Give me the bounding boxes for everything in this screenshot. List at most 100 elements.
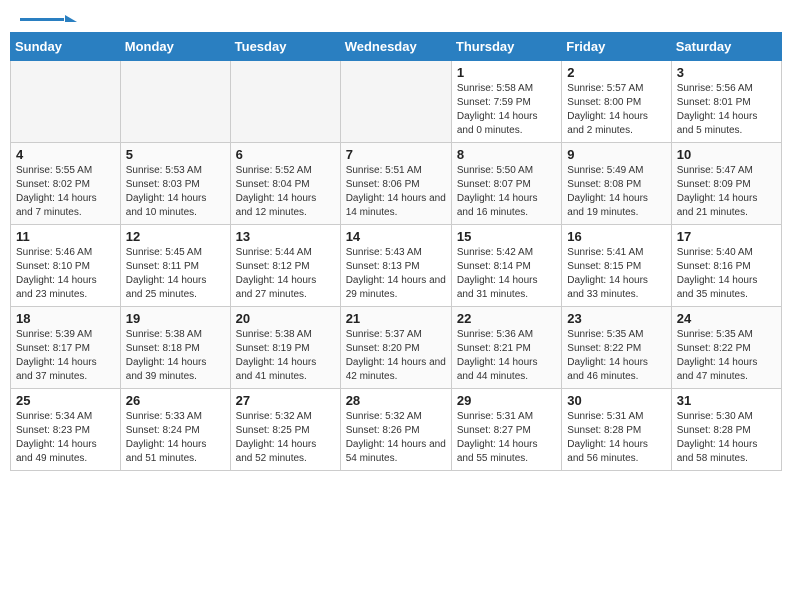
day-number: 7 xyxy=(346,147,446,162)
calendar-cell: 30Sunrise: 5:31 AM Sunset: 8:28 PM Dayli… xyxy=(562,389,671,471)
day-info: Sunrise: 5:41 AM Sunset: 8:15 PM Dayligh… xyxy=(567,246,665,302)
day-info: Sunrise: 5:36 AM Sunset: 8:21 PM Dayligh… xyxy=(457,328,556,384)
calendar-cell: 19Sunrise: 5:38 AM Sunset: 8:18 PM Dayli… xyxy=(120,307,230,389)
day-info: Sunrise: 5:35 AM Sunset: 8:22 PM Dayligh… xyxy=(677,328,776,384)
day-number: 27 xyxy=(236,393,335,408)
day-number: 14 xyxy=(346,229,446,244)
col-header-thursday: Thursday xyxy=(451,33,561,61)
day-info: Sunrise: 5:55 AM Sunset: 8:02 PM Dayligh… xyxy=(16,164,115,220)
day-number: 15 xyxy=(457,229,556,244)
calendar-cell: 6 Sunrise: 5:52 AM Sunset: 8:04 PM Daylig… xyxy=(230,143,340,225)
day-info: Sunrise: 5:47 AM Sunset: 8:09 PM Dayligh… xyxy=(677,164,776,220)
calendar-cell: 29Sunrise: 5:31 AM Sunset: 8:27 PM Dayli… xyxy=(451,389,561,471)
calendar-cell: 23Sunrise: 5:35 AM Sunset: 8:22 PM Dayli… xyxy=(562,307,671,389)
day-number: 29 xyxy=(457,393,556,408)
day-number: 1 xyxy=(457,65,556,80)
day-number: 3 xyxy=(677,65,776,80)
col-header-monday: Monday xyxy=(120,33,230,61)
day-number: 9 xyxy=(567,147,665,162)
calendar-cell: 25Sunrise: 5:34 AM Sunset: 8:23 PM Dayli… xyxy=(11,389,121,471)
day-info: Sunrise: 5:44 AM Sunset: 8:12 PM Dayligh… xyxy=(236,246,335,302)
calendar-cell: 15 Sunrise: 5:42 AM Sunset: 8:14 PM Dayli… xyxy=(451,225,561,307)
day-info: Sunrise: 5:32 AM Sunset: 8:26 PM Dayligh… xyxy=(346,410,446,466)
calendar-cell xyxy=(340,61,451,143)
day-info: Sunrise: 5:45 AM Sunset: 8:11 PM Dayligh… xyxy=(126,246,225,302)
calendar-cell: 10 Sunrise: 5:47 AM Sunset: 8:09 PM Dayli… xyxy=(671,143,781,225)
calendar-header-row: SundayMondayTuesdayWednesdayThursdayFrid… xyxy=(11,33,782,61)
day-number: 22 xyxy=(457,311,556,326)
day-info: Sunrise: 5:42 AM Sunset: 8:14 PM Dayligh… xyxy=(457,246,556,302)
calendar-cell: 1 Sunrise: 5:58 AM Sunset: 7:59 PM Daylig… xyxy=(451,61,561,143)
logo xyxy=(20,18,77,22)
day-info: Sunrise: 5:43 AM Sunset: 8:13 PM Dayligh… xyxy=(346,246,446,302)
week-row-5: 25Sunrise: 5:34 AM Sunset: 8:23 PM Dayli… xyxy=(11,389,782,471)
calendar-cell: 26 Sunrise: 5:33 AM Sunset: 8:24 PM Dayli… xyxy=(120,389,230,471)
calendar-cell xyxy=(11,61,121,143)
calendar-cell: 7 Sunrise: 5:51 AM Sunset: 8:06 PM Daylig… xyxy=(340,143,451,225)
calendar-cell: 18 Sunrise: 5:39 AM Sunset: 8:17 PM Dayli… xyxy=(11,307,121,389)
calendar-cell: 8 Sunrise: 5:50 AM Sunset: 8:07 PM Daylig… xyxy=(451,143,561,225)
calendar-cell: 4 Sunrise: 5:55 AM Sunset: 8:02 PM Daylig… xyxy=(11,143,121,225)
calendar-cell: 2 Sunrise: 5:57 AM Sunset: 8:00 PM Daylig… xyxy=(562,61,671,143)
calendar-cell: 14 Sunrise: 5:43 AM Sunset: 8:13 PM Dayli… xyxy=(340,225,451,307)
calendar-cell xyxy=(230,61,340,143)
calendar-cell: 5 Sunrise: 5:53 AM Sunset: 8:03 PM Daylig… xyxy=(120,143,230,225)
day-number: 11 xyxy=(16,229,115,244)
day-number: 28 xyxy=(346,393,446,408)
day-number: 16 xyxy=(567,229,665,244)
week-row-4: 18 Sunrise: 5:39 AM Sunset: 8:17 PM Dayli… xyxy=(11,307,782,389)
day-info: Sunrise: 5:49 AM Sunset: 8:08 PM Dayligh… xyxy=(567,164,665,220)
day-number: 20 xyxy=(236,311,335,326)
day-info: Sunrise: 5:34 AM Sunset: 8:23 PM Dayligh… xyxy=(16,410,115,466)
day-info: Sunrise: 5:39 AM Sunset: 8:17 PM Dayligh… xyxy=(16,328,115,384)
day-info: Sunrise: 5:53 AM Sunset: 8:03 PM Dayligh… xyxy=(126,164,225,220)
calendar-cell: 9 Sunrise: 5:49 AM Sunset: 8:08 PM Daylig… xyxy=(562,143,671,225)
col-header-sunday: Sunday xyxy=(11,33,121,61)
calendar-cell: 24 Sunrise: 5:35 AM Sunset: 8:22 PM Dayli… xyxy=(671,307,781,389)
col-header-friday: Friday xyxy=(562,33,671,61)
day-number: 17 xyxy=(677,229,776,244)
day-number: 19 xyxy=(126,311,225,326)
col-header-wednesday: Wednesday xyxy=(340,33,451,61)
day-number: 21 xyxy=(346,311,446,326)
calendar-cell: 20Sunrise: 5:38 AM Sunset: 8:19 PM Dayli… xyxy=(230,307,340,389)
day-number: 2 xyxy=(567,65,665,80)
week-row-1: 1 Sunrise: 5:58 AM Sunset: 7:59 PM Daylig… xyxy=(11,61,782,143)
calendar-cell: 27 Sunrise: 5:32 AM Sunset: 8:25 PM Dayli… xyxy=(230,389,340,471)
day-number: 4 xyxy=(16,147,115,162)
day-number: 23 xyxy=(567,311,665,326)
day-number: 26 xyxy=(126,393,225,408)
day-number: 6 xyxy=(236,147,335,162)
day-info: Sunrise: 5:37 AM Sunset: 8:20 PM Dayligh… xyxy=(346,328,446,384)
week-row-2: 4 Sunrise: 5:55 AM Sunset: 8:02 PM Daylig… xyxy=(11,143,782,225)
calendar-cell: 16 Sunrise: 5:41 AM Sunset: 8:15 PM Dayli… xyxy=(562,225,671,307)
day-info: Sunrise: 5:52 AM Sunset: 8:04 PM Dayligh… xyxy=(236,164,335,220)
day-number: 24 xyxy=(677,311,776,326)
day-info: Sunrise: 5:33 AM Sunset: 8:24 PM Dayligh… xyxy=(126,410,225,466)
day-number: 18 xyxy=(16,311,115,326)
day-info: Sunrise: 5:32 AM Sunset: 8:25 PM Dayligh… xyxy=(236,410,335,466)
col-header-saturday: Saturday xyxy=(671,33,781,61)
day-info: Sunrise: 5:40 AM Sunset: 8:16 PM Dayligh… xyxy=(677,246,776,302)
day-number: 13 xyxy=(236,229,335,244)
day-number: 30 xyxy=(567,393,665,408)
calendar-cell: 13 Sunrise: 5:44 AM Sunset: 8:12 PM Dayli… xyxy=(230,225,340,307)
calendar-cell: 21 Sunrise: 5:37 AM Sunset: 8:20 PM Dayli… xyxy=(340,307,451,389)
calendar-cell: 22 Sunrise: 5:36 AM Sunset: 8:21 PM Dayli… xyxy=(451,307,561,389)
day-info: Sunrise: 5:51 AM Sunset: 8:06 PM Dayligh… xyxy=(346,164,446,220)
col-header-tuesday: Tuesday xyxy=(230,33,340,61)
day-info: Sunrise: 5:30 AM Sunset: 8:28 PM Dayligh… xyxy=(677,410,776,466)
page-header xyxy=(10,10,782,26)
calendar-cell: 11Sunrise: 5:46 AM Sunset: 8:10 PM Dayli… xyxy=(11,225,121,307)
day-number: 8 xyxy=(457,147,556,162)
day-info: Sunrise: 5:58 AM Sunset: 7:59 PM Dayligh… xyxy=(457,82,556,138)
calendar-cell: 28 Sunrise: 5:32 AM Sunset: 8:26 PM Dayli… xyxy=(340,389,451,471)
day-info: Sunrise: 5:50 AM Sunset: 8:07 PM Dayligh… xyxy=(457,164,556,220)
day-number: 10 xyxy=(677,147,776,162)
day-info: Sunrise: 5:57 AM Sunset: 8:00 PM Dayligh… xyxy=(567,82,665,138)
calendar-cell xyxy=(120,61,230,143)
calendar-cell: 31Sunrise: 5:30 AM Sunset: 8:28 PM Dayli… xyxy=(671,389,781,471)
calendar-table: SundayMondayTuesdayWednesdayThursdayFrid… xyxy=(10,32,782,471)
calendar-cell: 12Sunrise: 5:45 AM Sunset: 8:11 PM Dayli… xyxy=(120,225,230,307)
day-number: 5 xyxy=(126,147,225,162)
